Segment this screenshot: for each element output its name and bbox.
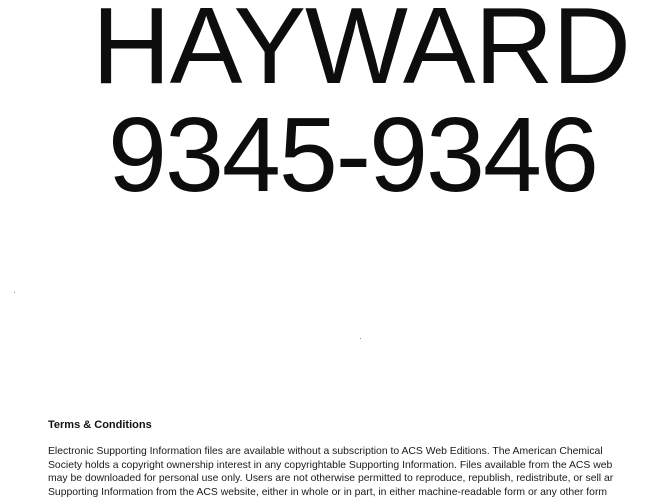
terms-line: may be downloaded for personal use only.… bbox=[48, 473, 614, 484]
terms-heading: Terms & Conditions bbox=[48, 419, 152, 431]
terms-line: Supporting Information from the ACS webs… bbox=[48, 486, 608, 498]
terms-line: Electronic Supporting Information files … bbox=[48, 446, 603, 457]
terms-body: Electronic Supporting Information files … bbox=[48, 445, 652, 499]
scan-speck bbox=[14, 292, 15, 293]
document-page: HAYWARD 9345-9346 Terms & Conditions Ele… bbox=[0, 0, 652, 501]
document-title: HAYWARD bbox=[92, 0, 631, 107]
scan-speck bbox=[360, 338, 361, 339]
terms-line: Society holds a copyright ownership inte… bbox=[48, 459, 613, 471]
page-range: 9345-9346 bbox=[108, 96, 599, 214]
